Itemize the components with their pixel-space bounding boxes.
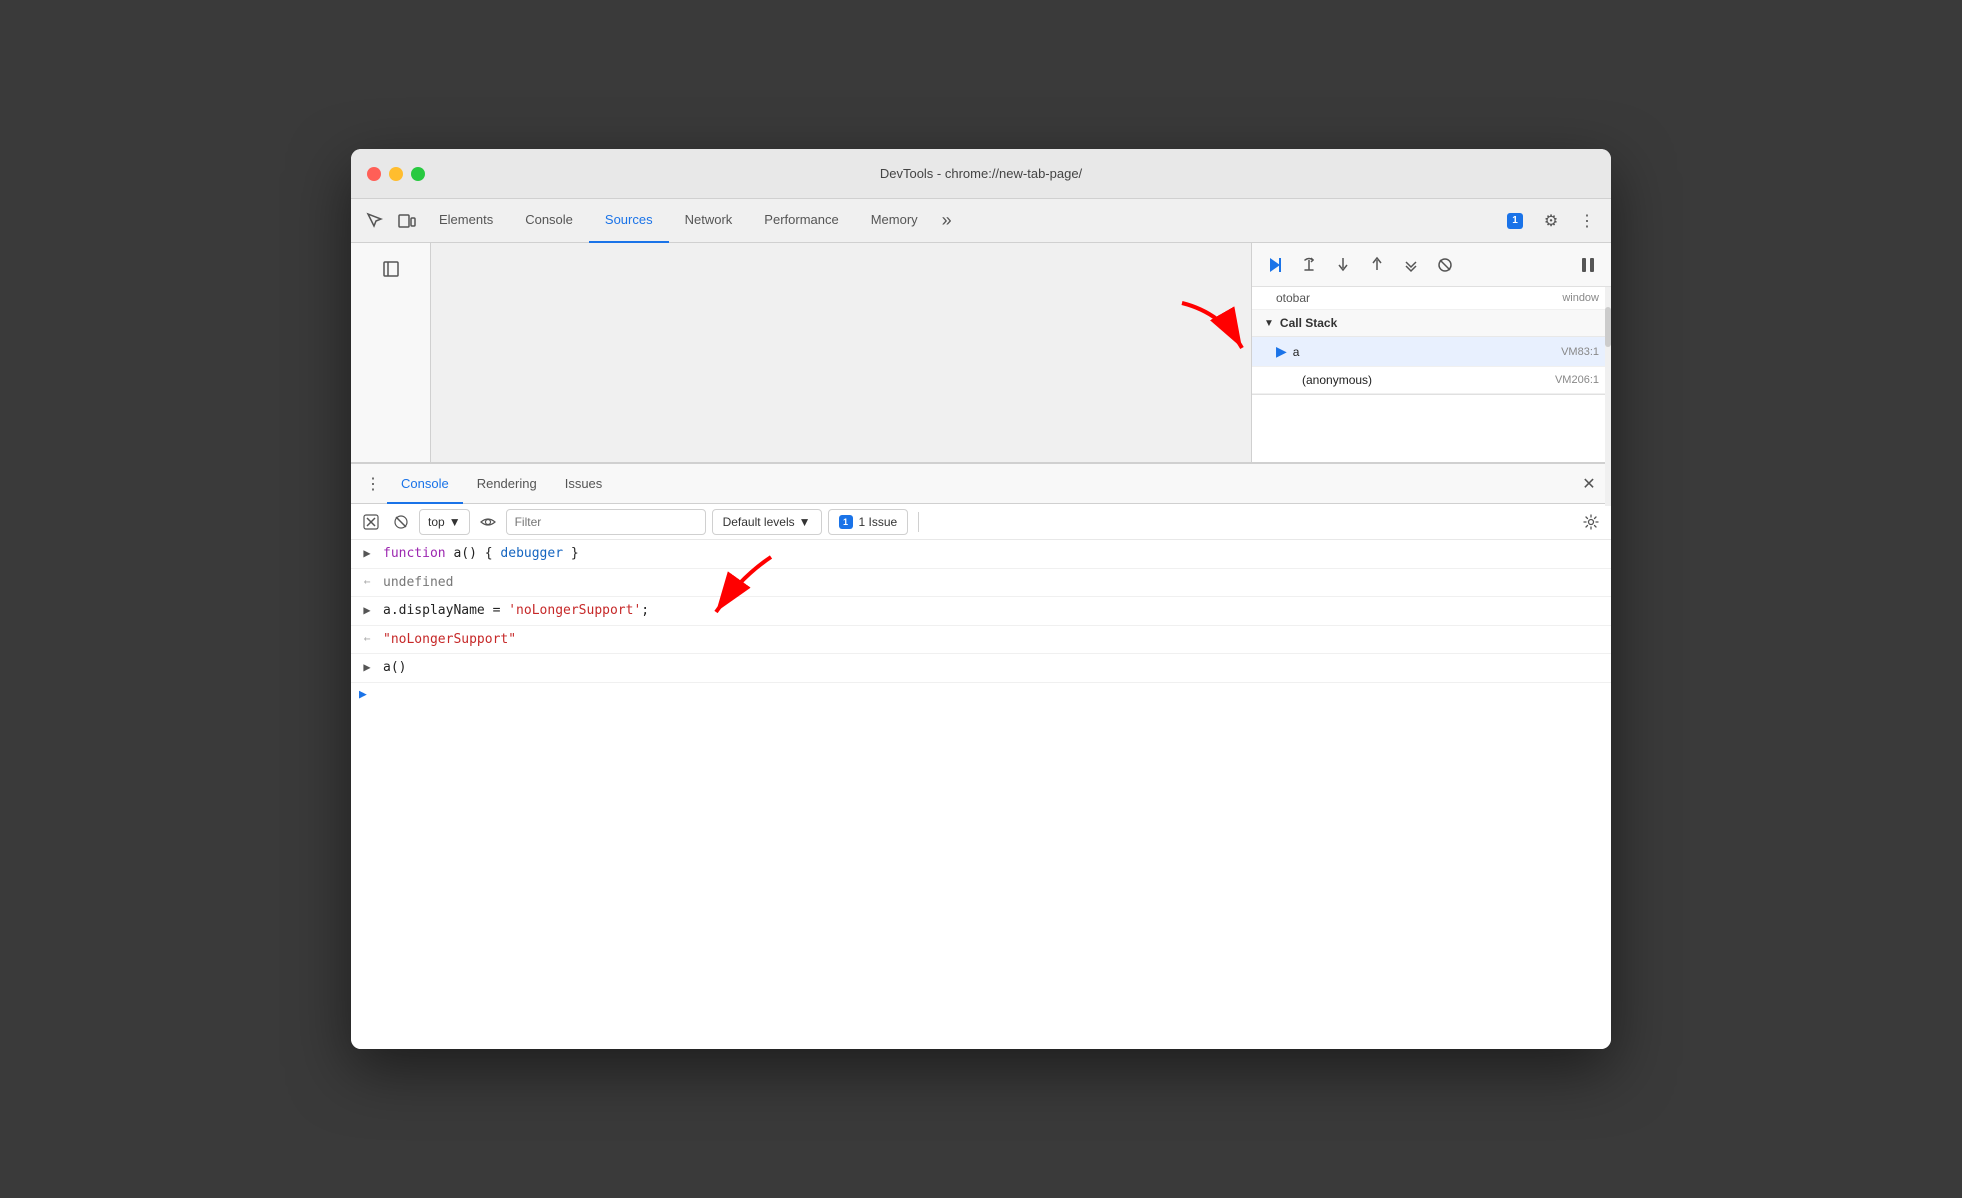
console-line-3-content: a.displayName = 'noLongerSupport';	[383, 601, 1603, 621]
devtools-window: DevTools - chrome://new-tab-page/ Elemen…	[351, 149, 1611, 1049]
console-line-3: ▶ a.displayName = 'noLongerSupport';	[351, 597, 1611, 626]
resume-button[interactable]	[1260, 250, 1290, 280]
maximize-button[interactable]	[411, 167, 425, 181]
block-network-button[interactable]	[389, 510, 413, 534]
return-icon-2: ←	[351, 573, 383, 588]
callstack-prev-row: otobar window	[1252, 287, 1611, 310]
tab-performance[interactable]: Performance	[748, 199, 854, 243]
console-line-4-content: "noLongerSupport"	[383, 630, 1603, 650]
tab-sources[interactable]: Sources	[589, 199, 669, 243]
tab-console-bottom[interactable]: Console	[387, 464, 463, 504]
devtools-body: otobar window ▼ Call Stack ▶ a V	[351, 243, 1611, 1049]
window-controls	[367, 167, 425, 181]
scrollbar-thumb	[1605, 307, 1611, 347]
step-into-button[interactable]	[1328, 250, 1358, 280]
console-prompt: ▶	[359, 687, 367, 702]
console-menu-button[interactable]: ⋮	[359, 470, 387, 498]
console-cursor-line: ▶	[351, 683, 1611, 706]
titlebar: DevTools - chrome://new-tab-page/	[351, 149, 1611, 199]
debug-panel: otobar window ▼ Call Stack ▶ a V	[1251, 243, 1611, 462]
expand-icon-1[interactable]: ▶	[351, 544, 383, 560]
settings-button[interactable]: ⚙	[1535, 205, 1567, 237]
devtools-right-icons: 1 ⚙ ⋮	[1499, 205, 1603, 237]
console-line-4: ← "noLongerSupport"	[351, 626, 1611, 655]
step-out-button[interactable]	[1362, 250, 1392, 280]
devtools-tab-bar: Elements Console Sources Network Perform…	[351, 199, 1611, 243]
callstack-row-anonymous[interactable]: (anonymous) VM206:1	[1252, 367, 1611, 394]
console-line-1-content: function a() { debugger }	[383, 544, 1603, 564]
issues-count-badge: 1	[1507, 213, 1523, 229]
console-toolbar: top ▼ Default levels ▼ 1	[351, 504, 1611, 540]
console-content: ▶ function a() { debugger } ← undefined …	[351, 540, 1611, 1049]
expand-icon-5[interactable]: ▶	[351, 658, 383, 674]
callstack-row-a[interactable]: ▶ a VM83:1	[1252, 337, 1611, 367]
close-button[interactable]	[367, 167, 381, 181]
window-title: DevTools - chrome://new-tab-page/	[880, 166, 1082, 181]
sources-sidebar	[351, 243, 431, 462]
toggle-sidebar-button[interactable]	[373, 251, 409, 287]
pause-on-exceptions-button[interactable]	[1573, 250, 1603, 280]
debug-toolbar	[1252, 243, 1611, 287]
console-line-5: ▶ a()	[351, 654, 1611, 683]
sources-editor	[431, 243, 1251, 462]
console-panel: ⋮ Console Rendering Issues ✕	[351, 463, 1611, 1049]
sources-panel: otobar window ▼ Call Stack ▶ a V	[351, 243, 1611, 463]
expand-icon-3[interactable]: ▶	[351, 601, 383, 617]
default-levels-button[interactable]: Default levels ▼	[712, 509, 822, 535]
callstack-section: otobar window ▼ Call Stack ▶ a V	[1252, 287, 1611, 395]
tab-memory[interactable]: Memory	[855, 199, 934, 243]
step-button[interactable]	[1396, 250, 1426, 280]
tab-issues[interactable]: Issues	[551, 464, 617, 504]
console-line-2: ← undefined	[351, 569, 1611, 598]
debug-panel-scrollbar[interactable]	[1605, 287, 1611, 506]
console-line-1: ▶ function a() { debugger }	[351, 540, 1611, 569]
eye-button[interactable]	[476, 510, 500, 534]
device-toggle-button[interactable]	[391, 205, 423, 237]
toolbar-separator	[918, 512, 919, 532]
minimize-button[interactable]	[389, 167, 403, 181]
return-icon-4: ←	[351, 630, 383, 645]
console-line-5-content: a()	[383, 658, 1603, 678]
tab-rendering[interactable]: Rendering	[463, 464, 551, 504]
console-settings-button[interactable]	[1579, 510, 1603, 534]
tab-network[interactable]: Network	[669, 199, 749, 243]
issues-dot: 1	[839, 515, 853, 529]
console-line-2-content: undefined	[383, 573, 1603, 593]
callstack-current-arrow: ▶	[1276, 343, 1287, 360]
more-tabs-button[interactable]: »	[934, 199, 960, 243]
issues-button[interactable]: 1 1 Issue	[828, 509, 909, 535]
callstack-header[interactable]: ▼ Call Stack	[1252, 310, 1611, 337]
clear-console-button[interactable]	[359, 510, 383, 534]
inspect-element-button[interactable]	[359, 205, 391, 237]
context-selector[interactable]: top ▼	[419, 509, 470, 535]
console-tab-bar: ⋮ Console Rendering Issues ✕	[351, 464, 1611, 504]
deactivate-breakpoints-button[interactable]	[1430, 250, 1460, 280]
console-close-button[interactable]: ✕	[1575, 470, 1603, 498]
tab-console[interactable]: Console	[509, 199, 589, 243]
step-over-button[interactable]	[1294, 250, 1324, 280]
overflow-menu-button[interactable]: ⋮	[1571, 205, 1603, 237]
tab-elements[interactable]: Elements	[423, 199, 509, 243]
issues-badge-button[interactable]: 1	[1499, 209, 1531, 233]
filter-input[interactable]	[506, 509, 706, 535]
